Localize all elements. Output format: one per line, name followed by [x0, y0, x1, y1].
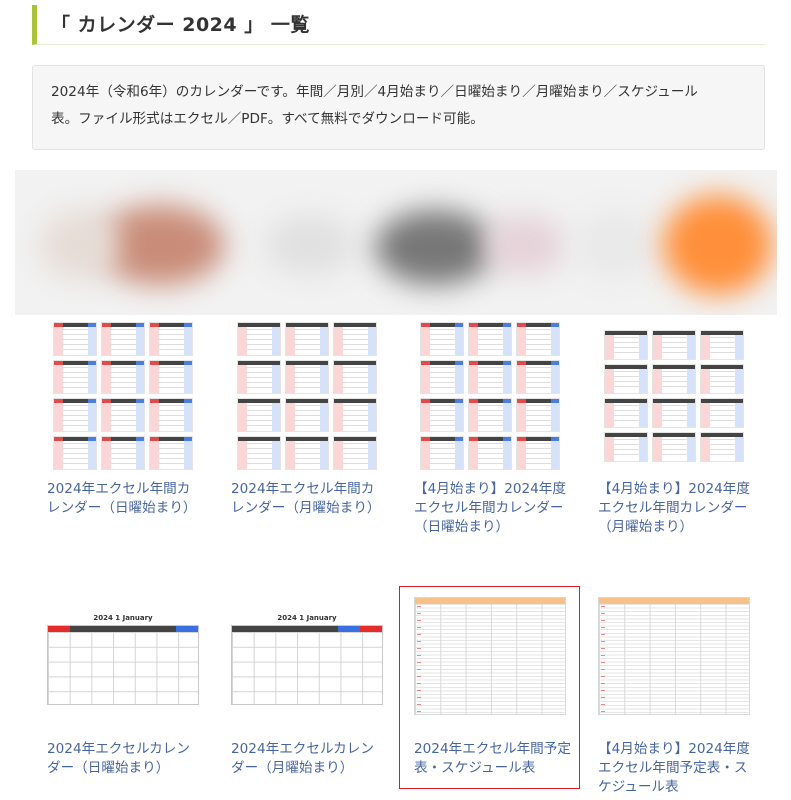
page-title: 「 カレンダー 2024 」 一覧 — [51, 14, 310, 36]
description-box: 2024年（令和6年）のカレンダーです。年間／月別／4月始まり／日曜始まり／月曜… — [32, 65, 765, 150]
card-april-annual-sunday[interactable]: 【4月始まり】2024年度エクセル年間カレンダー（日曜始まり） — [414, 320, 566, 537]
card-title-link[interactable]: 2024年エクセルカレンダー（日曜始まり） — [47, 740, 199, 778]
card-annual-sunday[interactable]: 2024年エクセル年間カレンダー（日曜始まり） — [47, 320, 199, 518]
description-line-2: 表。ファイル形式はエクセル／PDF。すべて無料でダウンロード可能。 — [51, 111, 484, 127]
card-schedule-annual[interactable]: 2024年エクセル年間予定表・スケジュール表 — [400, 587, 580, 778]
annual-calendar-thumbnail[interactable] — [231, 320, 383, 470]
section-heading: 「 カレンダー 2024 」 一覧 — [32, 5, 765, 45]
annual-calendar-thumbnail[interactable] — [47, 320, 199, 470]
schedule-thumbnail[interactable] — [598, 587, 750, 732]
thumbnail-caption: 2024 1 January — [93, 614, 153, 622]
annual-calendar-thumbnail[interactable] — [414, 320, 566, 470]
card-monthly-sunday[interactable]: 2024 1 January 2024年エクセルカレンダー（日曜始まり） — [47, 600, 199, 778]
schedule-thumbnail[interactable] — [400, 587, 580, 732]
card-april-annual-monday[interactable]: 【4月始まり】2024年度エクセル年間カレンダー（月曜始まり） — [598, 320, 750, 537]
card-annual-monday[interactable]: 2024年エクセル年間カレンダー（月曜始まり） — [231, 320, 383, 518]
card-title-link[interactable]: 2024年エクセル年間カレンダー（月曜始まり） — [231, 480, 383, 518]
card-title-link[interactable]: 【4月始まり】2024年度エクセル年間カレンダー（月曜始まり） — [598, 480, 750, 537]
card-title-link[interactable]: 【4月始まり】2024年度エクセル年間予定表・スケジュール表 — [598, 740, 750, 797]
card-title-link[interactable]: 2024年エクセル年間カレンダー（日曜始まり） — [47, 480, 199, 518]
card-title-link[interactable]: 2024年エクセル年間予定表・スケジュール表 — [400, 740, 580, 778]
card-title-link[interactable]: 【4月始まり】2024年度エクセル年間カレンダー（日曜始まり） — [414, 480, 566, 537]
thumbnail-caption: 2024 1 January — [277, 614, 337, 622]
blurred-banner-image — [15, 170, 777, 315]
card-monthly-monday[interactable]: 2024 1 January 2024年エクセルカレンダー（月曜始まり） — [231, 600, 383, 778]
description-line-1: 2024年（令和6年）のカレンダーです。年間／月別／4月始まり／日曜始まり／月曜… — [51, 84, 698, 100]
annual-calendar-thumbnail[interactable] — [598, 320, 750, 470]
monthly-calendar-thumbnail[interactable]: 2024 1 January — [47, 600, 199, 730]
card-title-link[interactable]: 2024年エクセルカレンダー（月曜始まり） — [231, 740, 383, 778]
card-april-schedule[interactable]: 【4月始まり】2024年度エクセル年間予定表・スケジュール表 — [598, 587, 750, 797]
monthly-calendar-thumbnail[interactable]: 2024 1 January — [231, 600, 383, 730]
